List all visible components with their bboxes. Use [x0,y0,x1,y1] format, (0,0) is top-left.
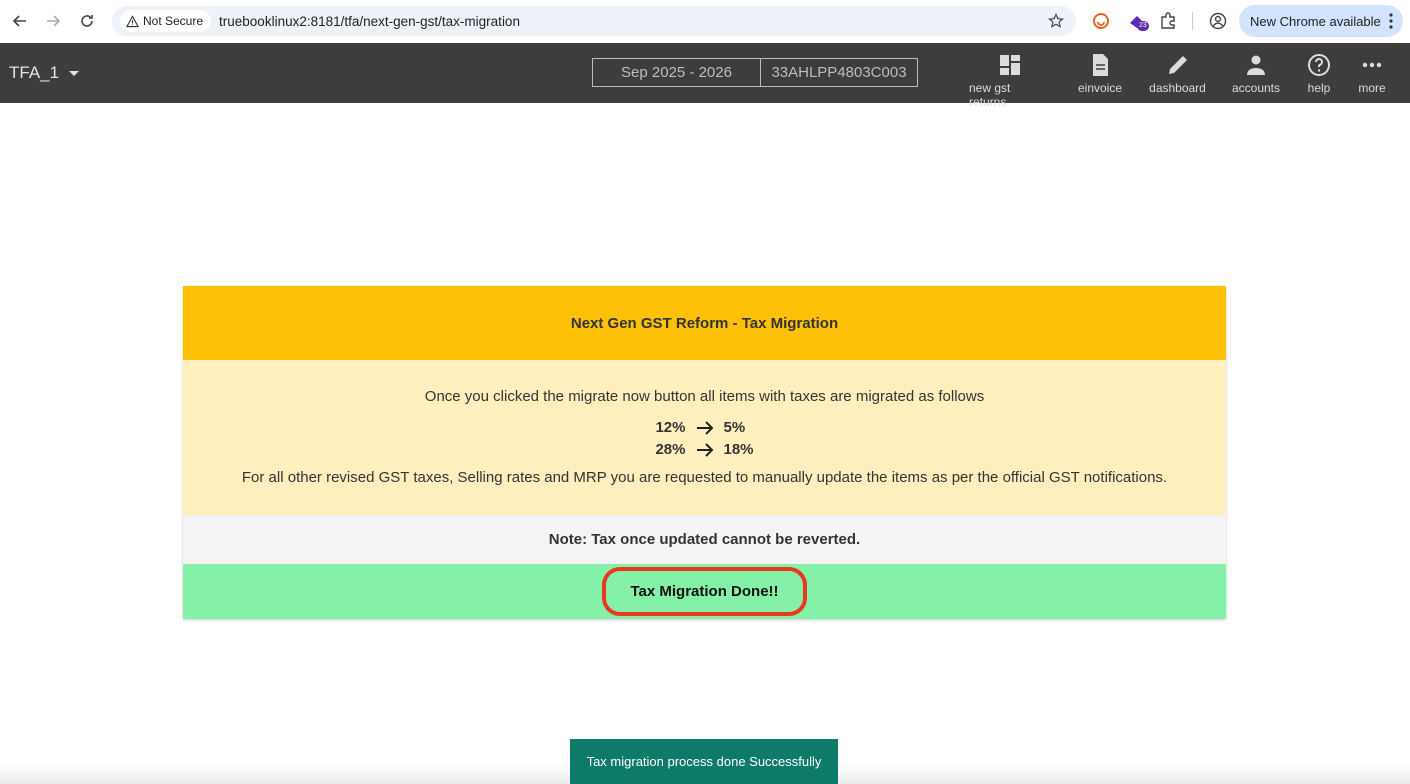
company-selector[interactable]: TFA_1 [9,63,80,83]
nav-label: more [1358,81,1386,95]
security-chip[interactable]: Not Secure [120,10,212,32]
nav-label: einvoice [1077,81,1123,95]
chrome-update-label: New Chrome available [1250,13,1381,29]
card-title: Next Gen GST Reform - Tax Migration [183,286,1226,360]
nav-accounts[interactable]: accounts [1232,53,1280,95]
more-icon [1362,62,1382,68]
forward-arrow-icon [47,15,61,27]
rate-row: 28% 18% [650,439,760,461]
app-header: TFA_1 Sep 2025 - 2026 33AHLPP4803C003 ne… [0,43,1410,109]
warning-icon [126,14,139,27]
nav-label: accounts [1231,81,1281,95]
migration-outro: For all other revised GST taxes, Selling… [241,469,1168,486]
back-button[interactable] [8,9,32,33]
back-arrow-icon [12,15,26,27]
financial-year-selector[interactable]: Sep 2025 - 2026 [592,58,761,87]
toolbar-divider [1192,12,1193,30]
rate-to: 5% [723,419,746,436]
rate-from: 12% [655,419,686,436]
nav-more[interactable]: more [1357,53,1387,95]
chrome-update-button[interactable]: New Chrome available [1239,5,1403,37]
extension-orange-icon[interactable] [1091,11,1111,31]
rate-to: 18% [723,441,754,458]
nav-label: new gst returns [969,81,1011,109]
kebab-menu-icon [1389,13,1393,29]
rate-from: 28% [655,441,686,458]
nav-label: help [1307,81,1331,95]
revert-note: Note: Tax once updated cannot be reverte… [183,515,1226,564]
help-icon [1308,54,1330,76]
address-bar[interactable]: Not Secure truebooklinux2:8181/tfa/next-… [112,6,1076,36]
nav-label: dashboard [1149,81,1206,95]
forward-button[interactable] [41,9,65,33]
reload-button[interactable] [75,9,99,33]
success-toast: Tax migration process done Successfully [570,739,838,784]
browser-toolbar: Not Secure truebooklinux2:8181/tfa/next-… [0,0,1410,42]
nav-einvoice[interactable]: einvoice [1077,53,1123,95]
url-text[interactable]: truebooklinux2:8181/tfa/next-gen-gst/tax… [219,14,520,29]
dashboard-grid-icon [1000,55,1020,75]
person-icon [1247,55,1265,75]
nav-help[interactable]: help [1305,53,1333,95]
security-label: Not Secure [143,14,204,28]
arrow-right-icon [696,443,713,457]
migration-done-status: Tax Migration Done!! [602,567,807,616]
company-name: TFA_1 [9,63,60,82]
nav-dashboard[interactable]: dashboard [1149,53,1206,95]
rate-row: 12% 5% [650,417,760,439]
profile-icon[interactable] [1208,11,1228,31]
caret-down-icon [69,70,80,76]
extension-badge: 23 [1137,21,1149,31]
bookmark-star-icon[interactable] [1048,13,1064,29]
nav-new-gst-returns[interactable]: new gst returns [969,53,1051,109]
extension-purple-button[interactable]: 23 [1127,11,1149,31]
migration-status-bar: Tax Migration Done!! [183,564,1226,619]
pencil-icon [1168,56,1187,74]
puzzle-icon[interactable] [1158,11,1178,31]
reload-icon [81,15,93,27]
tax-migration-card: Next Gen GST Reform - Tax Migration Once… [183,286,1226,619]
arrow-right-icon [696,421,713,435]
gstin-selector[interactable]: 33AHLPP4803C003 [760,58,918,87]
document-icon [1093,54,1108,76]
card-body: Once you clicked the migrate now button … [183,360,1226,515]
migration-intro: Once you clicked the migrate now button … [424,388,985,405]
